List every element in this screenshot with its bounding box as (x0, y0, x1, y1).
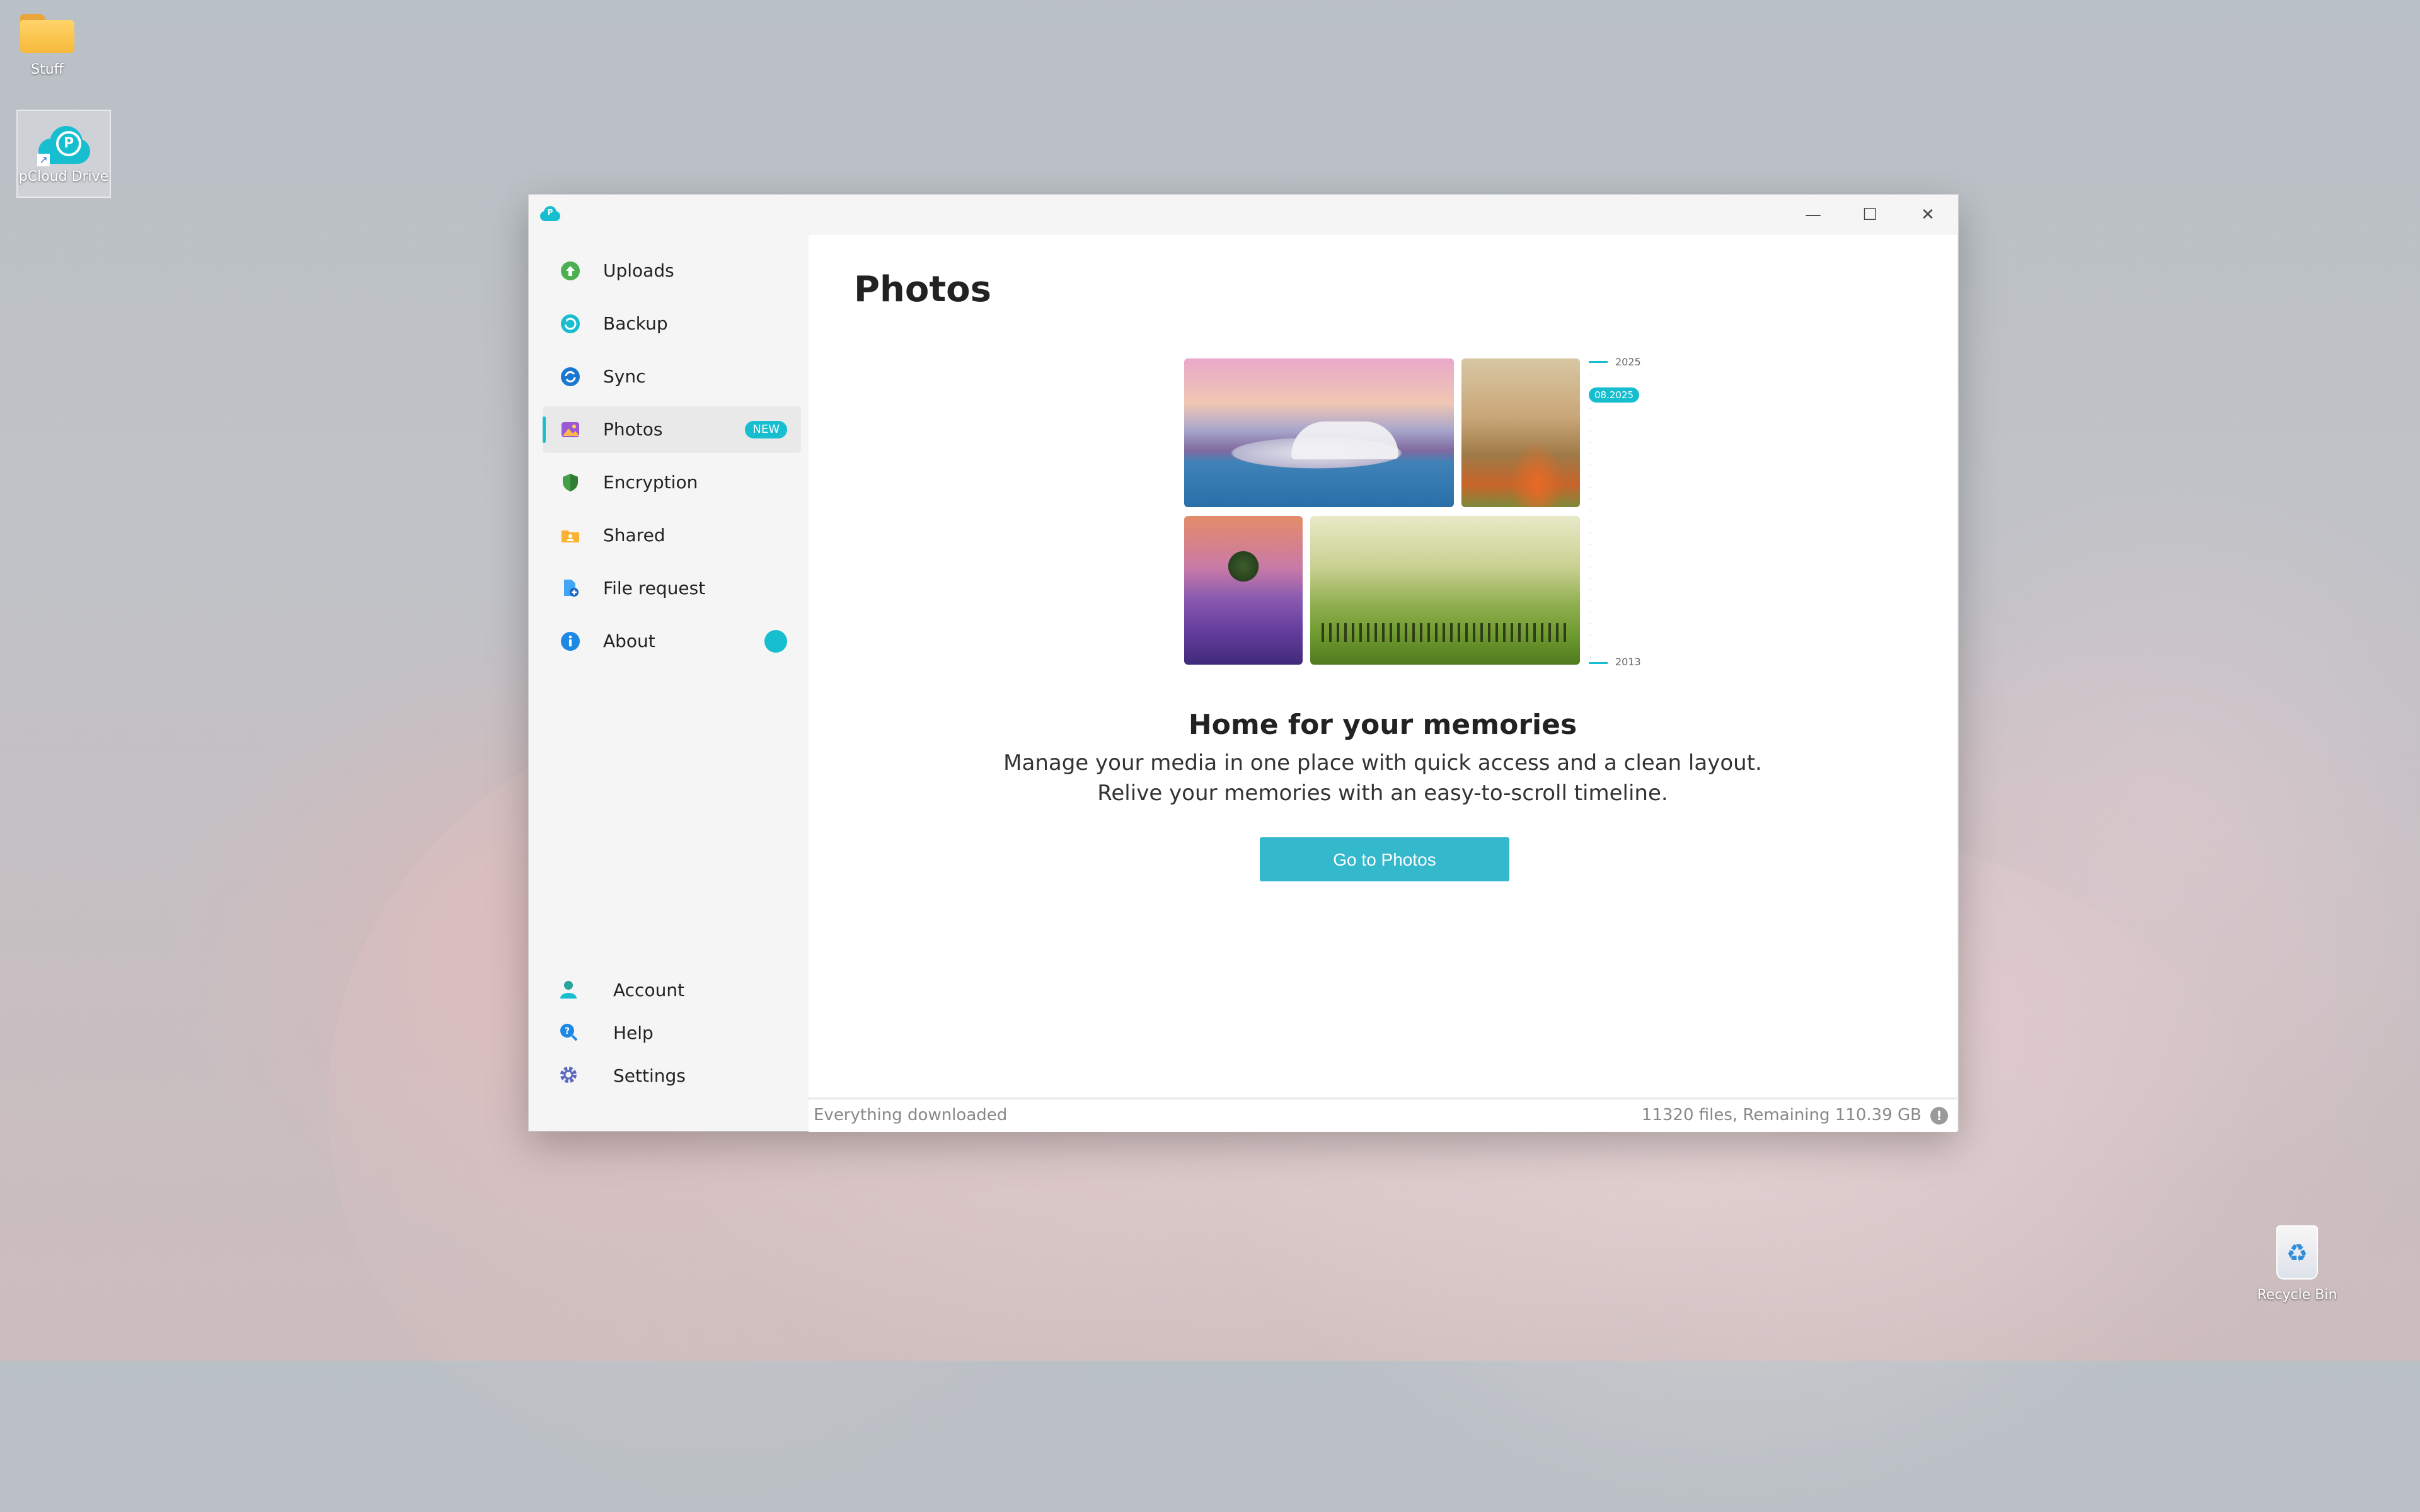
photo-thumbnail (1184, 516, 1303, 665)
photo-thumbnail (1184, 358, 1454, 507)
photos-icon (562, 422, 579, 437)
photo-thumbnail (1310, 516, 1580, 665)
sidebar-item-label: About (603, 631, 655, 651)
desktop-icon-label: pCloud Drive (18, 169, 109, 185)
timeline-scrubber: 2025 08.2025 2013 (1589, 356, 1658, 668)
storage-status-text: 11320 files, Remaining 110.39 GB (1641, 1106, 1922, 1125)
sidebar-item-shared[interactable]: Shared (543, 512, 801, 559)
go-to-photos-button[interactable]: Go to Photos (1260, 837, 1509, 881)
help-icon: ? (560, 1024, 578, 1041)
sidebar-item-settings[interactable]: Settings (559, 1058, 798, 1093)
title-bar[interactable]: P — ☐ ✕ (529, 195, 1958, 235)
sidebar-item-label: Backup (603, 313, 668, 334)
page-title: Photos (854, 269, 991, 310)
sidebar-item-backup[interactable]: Backup (543, 301, 801, 347)
sidebar-item-label: Settings (613, 1065, 686, 1086)
sidebar-item-label: File request (603, 578, 706, 598)
main-content: Photos 2025 08.2025 2013 Home for your m… (809, 235, 1957, 1097)
sidebar-item-label: Sync (603, 366, 646, 387)
sidebar-item-about[interactable]: About (543, 618, 801, 665)
sidebar-item-label: Help (613, 1022, 654, 1043)
desktop-pcloud-drive-shortcut[interactable]: P ↗ pCloud Drive (16, 110, 111, 198)
sidebar: Uploads Backup Sync Photos NEW Encryptio… (529, 235, 807, 1131)
sidebar-item-sync[interactable]: Sync (543, 353, 801, 400)
sidebar-item-label: Photos (603, 419, 663, 440)
file-request-icon (564, 580, 579, 597)
pcloud-icon: P ↗ (33, 122, 94, 166)
recycle-bin-icon: ♻ (2276, 1225, 2318, 1280)
svg-text:?: ? (565, 1026, 570, 1036)
promo-headline: Home for your memories (1188, 709, 1577, 741)
desktop-folder-stuff[interactable]: Stuff (0, 14, 95, 77)
sidebar-item-account[interactable]: Account (559, 972, 798, 1007)
pcloud-window: P — ☐ ✕ Uploads Backup Sync Photos NEW E… (528, 194, 1959, 1132)
promo-description: Manage your media in one place with quic… (1003, 750, 1762, 806)
status-bar: Everything downloaded 11320 files, Remai… (809, 1098, 1957, 1132)
gear-icon (560, 1067, 577, 1083)
shared-folder-icon (562, 530, 579, 542)
info-icon (561, 632, 580, 651)
user-icon (560, 981, 577, 999)
timeline-label-bottom: 2013 (1615, 656, 1641, 668)
folder-icon (20, 14, 74, 53)
desktop-icon-label: Recycle Bin (2257, 1287, 2337, 1303)
sync-status-text: Everything downloaded (814, 1106, 1008, 1125)
sidebar-item-label: Shared (603, 525, 666, 546)
sidebar-item-help[interactable]: ? Help (559, 1015, 798, 1050)
sidebar-item-uploads[interactable]: Uploads (543, 248, 801, 294)
pcloud-logo-icon: P (540, 206, 560, 221)
photo-collage: 2025 08.2025 2013 (1184, 356, 1663, 668)
new-badge: NEW (745, 421, 787, 438)
desktop-icon-label: Stuff (31, 62, 64, 77)
sidebar-item-label: Uploads (603, 260, 674, 281)
timeline-label-top: 2025 (1615, 356, 1641, 368)
info-icon[interactable]: ! (1930, 1107, 1948, 1125)
maximize-button[interactable]: ☐ (1845, 200, 1895, 230)
shield-icon (563, 474, 578, 491)
shortcut-arrow-icon: ↗ (37, 154, 50, 166)
backup-icon (561, 314, 580, 333)
upload-icon (561, 261, 580, 280)
close-button[interactable]: ✕ (1903, 200, 1953, 230)
timeline-current-pill: 08.2025 (1589, 387, 1640, 403)
desktop-recycle-bin[interactable]: ♻ Recycle Bin (2250, 1225, 2344, 1303)
sidebar-item-label: Account (613, 980, 685, 1000)
sync-icon (561, 367, 580, 386)
sidebar-item-photos[interactable]: Photos NEW (543, 406, 801, 453)
minimize-button[interactable]: — (1788, 200, 1838, 230)
sidebar-item-label: Encryption (603, 472, 698, 493)
photo-thumbnail (1461, 358, 1580, 507)
notification-dot (764, 630, 787, 653)
sidebar-item-file-request[interactable]: File request (543, 565, 801, 612)
sidebar-item-encryption[interactable]: Encryption (543, 459, 801, 506)
